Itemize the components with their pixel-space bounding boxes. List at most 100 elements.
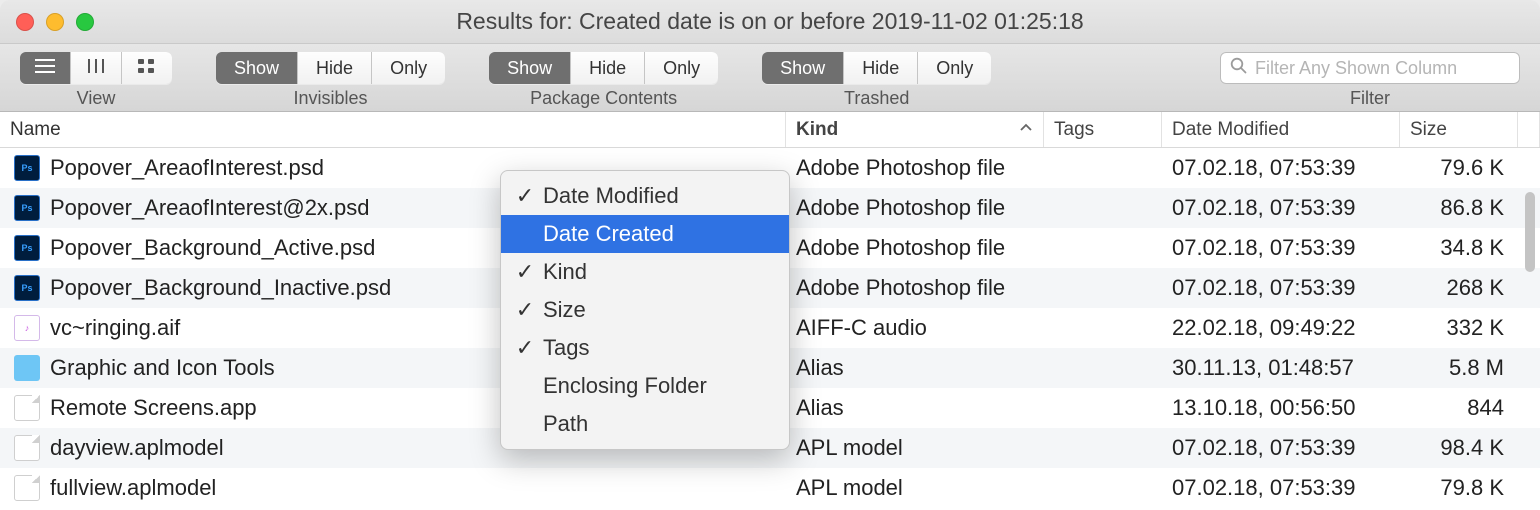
doc-icon — [14, 475, 40, 501]
col-kind[interactable]: Kind — [786, 112, 1044, 147]
file-kind: Adobe Photoshop file — [786, 275, 1044, 301]
menu-item[interactable]: ✓ Tags — [501, 329, 789, 367]
view-segmented — [20, 52, 172, 84]
scrollbar-thumb[interactable] — [1525, 192, 1535, 272]
aif-icon: ♪ — [14, 315, 40, 341]
file-name: vc~ringing.aif — [50, 315, 180, 341]
menu-item[interactable]: ✓ Date Modified — [501, 177, 789, 215]
psd-icon: Ps — [14, 235, 40, 261]
file-kind: APL model — [786, 435, 1044, 461]
folder-icon — [14, 355, 40, 381]
menu-item-label: Path — [543, 411, 588, 437]
menu-item-label: Size — [543, 297, 586, 323]
file-date: 07.02.18, 07:53:39 — [1162, 155, 1400, 181]
package-only-button[interactable]: Only — [644, 52, 718, 84]
toolbar: View Show Hide Only Invisibles Show Hide… — [0, 44, 1540, 112]
package-show-button[interactable]: Show — [489, 52, 570, 84]
table-row[interactable]: fullview.aplmodelAPL model07.02.18, 07:5… — [0, 468, 1540, 508]
menu-item-label: Kind — [543, 259, 587, 285]
invisibles-hide-button[interactable]: Hide — [297, 52, 371, 84]
file-date: 07.02.18, 07:53:39 — [1162, 195, 1400, 221]
scrollbar[interactable] — [1522, 148, 1538, 510]
file-name: Popover_Background_Inactive.psd — [50, 275, 391, 301]
psd-icon: Ps — [14, 195, 40, 221]
window-controls — [16, 13, 94, 31]
file-kind: Alias — [786, 395, 1044, 421]
columns-icon — [85, 57, 107, 80]
checkmark-icon: ✓ — [515, 297, 535, 323]
file-date: 07.02.18, 07:53:39 — [1162, 435, 1400, 461]
doc-icon — [14, 395, 40, 421]
view-grid-button[interactable] — [121, 52, 172, 84]
checkmark-icon: ✓ — [515, 259, 535, 285]
file-kind: AIFF-C audio — [786, 315, 1044, 341]
filter-group: Filter — [1220, 52, 1520, 109]
package-hide-button[interactable]: Hide — [570, 52, 644, 84]
menu-item-label: Tags — [543, 335, 589, 361]
trashed-only-button[interactable]: Only — [917, 52, 991, 84]
list-icon — [34, 57, 56, 80]
sort-asc-icon — [1019, 119, 1033, 141]
menu-item[interactable]: ✓ Kind — [501, 253, 789, 291]
zoom-button[interactable] — [76, 13, 94, 31]
file-size: 98.4 K — [1400, 435, 1518, 461]
trashed-show-button[interactable]: Show — [762, 52, 843, 84]
menu-item-label: Enclosing Folder — [543, 373, 707, 399]
menu-item[interactable]: Enclosing Folder — [501, 367, 789, 405]
checkmark-icon: ✓ — [515, 335, 535, 361]
filter-label: Filter — [1350, 88, 1390, 109]
menu-item[interactable]: Path — [501, 405, 789, 443]
invisibles-only-button[interactable]: Only — [371, 52, 445, 84]
menu-item-label: Date Created — [543, 221, 674, 247]
col-size[interactable]: Size — [1400, 112, 1518, 147]
view-group: View — [20, 52, 172, 109]
filter-input[interactable] — [1255, 58, 1510, 79]
menu-item[interactable]: ✓ Size — [501, 291, 789, 329]
file-size: 79.8 K — [1400, 475, 1518, 501]
trashed-label: Trashed — [844, 88, 909, 109]
window-title: Results for: Created date is on or befor… — [0, 8, 1540, 35]
file-kind: Adobe Photoshop file — [786, 195, 1044, 221]
search-icon — [1230, 57, 1247, 79]
menu-item-label: Date Modified — [543, 183, 679, 209]
file-size: 268 K — [1400, 275, 1518, 301]
file-size: 86.8 K — [1400, 195, 1518, 221]
menu-item[interactable]: Date Created — [501, 215, 789, 253]
file-kind: APL model — [786, 475, 1044, 501]
file-name: Popover_Background_Active.psd — [50, 235, 375, 261]
view-list-button[interactable] — [20, 52, 70, 84]
col-tags[interactable]: Tags — [1044, 112, 1162, 147]
package-group: Show Hide Only Package Contents — [489, 52, 718, 109]
view-columns-button[interactable] — [70, 52, 121, 84]
file-date: 07.02.18, 07:53:39 — [1162, 235, 1400, 261]
file-name: Remote Screens.app — [50, 395, 257, 421]
close-button[interactable] — [16, 13, 34, 31]
trashed-segmented: Show Hide Only — [762, 52, 991, 84]
invisibles-show-button[interactable]: Show — [216, 52, 297, 84]
package-segmented: Show Hide Only — [489, 52, 718, 84]
psd-icon: Ps — [14, 275, 40, 301]
doc-icon — [14, 435, 40, 461]
file-date: 30.11.13, 01:48:57 — [1162, 355, 1400, 381]
trashed-group: Show Hide Only Trashed — [762, 52, 991, 109]
file-name: Graphic and Icon Tools — [50, 355, 275, 381]
col-scrollgutter — [1518, 112, 1540, 147]
psd-icon: Ps — [14, 155, 40, 181]
filter-field[interactable] — [1220, 52, 1520, 84]
invisibles-group: Show Hide Only Invisibles — [216, 52, 445, 109]
file-name: Popover_AreaofInterest@2x.psd — [50, 195, 370, 221]
file-size: 332 K — [1400, 315, 1518, 341]
file-size: 79.6 K — [1400, 155, 1518, 181]
col-name[interactable]: Name — [0, 112, 786, 147]
col-date[interactable]: Date Modified — [1162, 112, 1400, 147]
file-date: 07.02.18, 07:53:39 — [1162, 275, 1400, 301]
file-date: 13.10.18, 00:56:50 — [1162, 395, 1400, 421]
grid-icon — [136, 57, 158, 80]
file-size: 5.8 M — [1400, 355, 1518, 381]
checkmark-icon: ✓ — [515, 183, 535, 209]
file-size: 34.8 K — [1400, 235, 1518, 261]
minimize-button[interactable] — [46, 13, 64, 31]
package-label: Package Contents — [530, 88, 677, 109]
view-label: View — [77, 88, 116, 109]
trashed-hide-button[interactable]: Hide — [843, 52, 917, 84]
